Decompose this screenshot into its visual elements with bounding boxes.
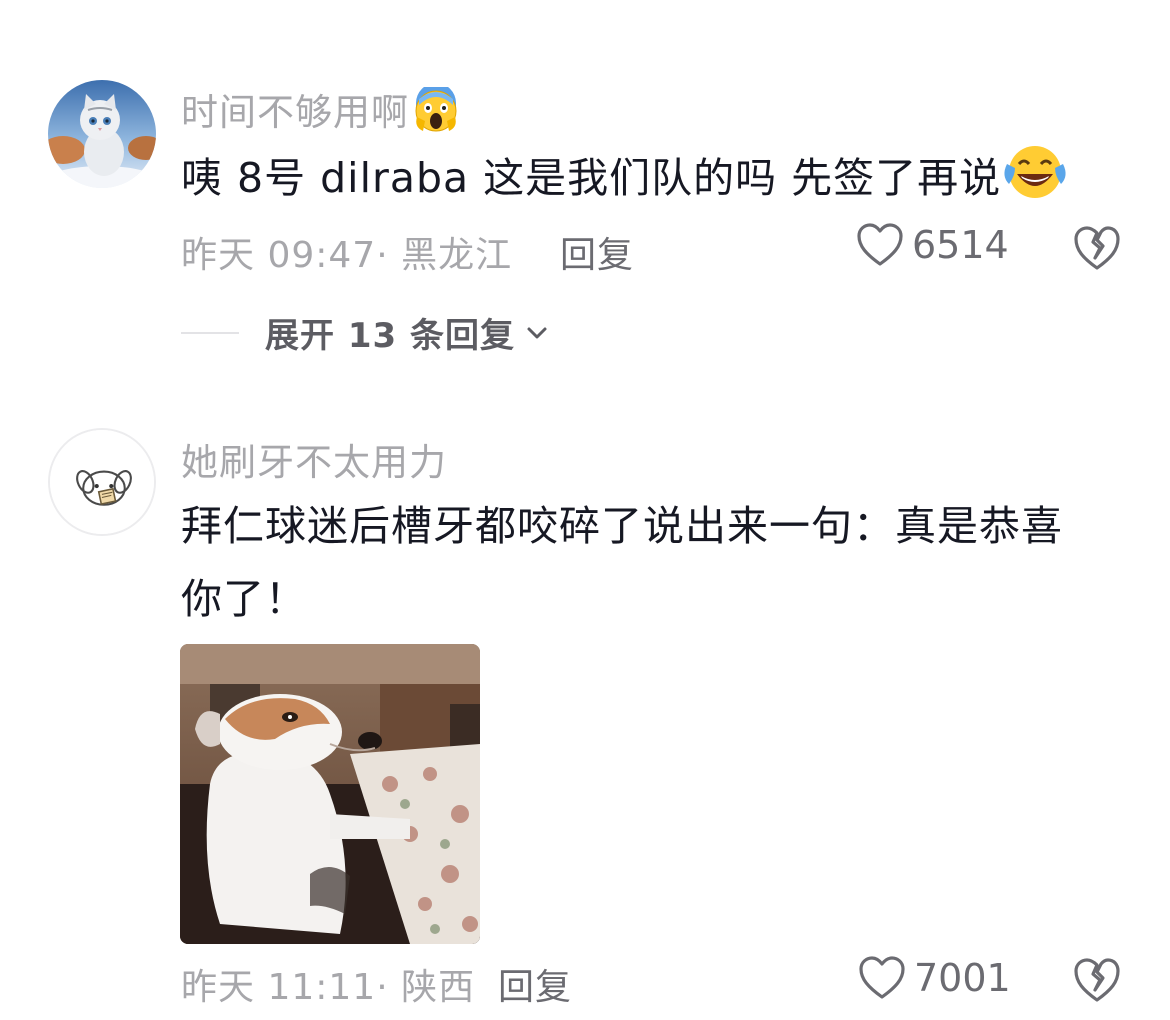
broken-heart-dislike-icon[interactable] <box>1072 224 1122 272</box>
user-avatar[interactable] <box>48 428 156 536</box>
like-button[interactable]: 6514 <box>856 222 1009 268</box>
user-avatar[interactable] <box>48 80 156 188</box>
kitten-avatar-icon <box>48 80 156 188</box>
expand-replies-button[interactable]: 展开 13 条回复 <box>181 308 549 357</box>
like-count: 6514 <box>912 223 1009 267</box>
puppy-sketch-avatar-icon <box>50 430 154 534</box>
reply-button[interactable]: 回复 <box>498 958 572 1010</box>
comment-username[interactable]: 时间不够用啊 <box>181 82 459 136</box>
broken-heart-dislike-icon[interactable] <box>1072 956 1122 1004</box>
username-text: 时间不够用啊 <box>181 91 409 134</box>
comment-meta: 昨天 11:11· 陕西 <box>181 967 476 1008</box>
heart-outline-icon <box>859 956 905 999</box>
comment-text: 拜仁球迷后槽牙都咬碎了说出来一句：真是恭喜 你了！ <box>181 490 1121 636</box>
comment-body-line: 拜仁球迷后槽牙都咬碎了说出来一句：真是恭喜 <box>181 502 1063 550</box>
comment-body: 咦 8号 dilraba 这是我们队的吗 先签了再说 <box>181 154 1002 202</box>
like-count: 7001 <box>914 956 1011 1000</box>
tears-of-joy-emoji-icon <box>1004 146 1066 198</box>
comment-image-attachment[interactable] <box>180 644 480 944</box>
expand-label: 展开 13 条回复 <box>265 316 515 356</box>
comment-username[interactable]: 她刷牙不太用力 <box>181 432 447 486</box>
comment-meta: 昨天 09:47· 黑龙江 <box>181 235 513 276</box>
screaming-face-emoji-icon <box>415 87 457 132</box>
comment-body-line: 你了！ <box>181 575 307 623</box>
like-button[interactable]: 7001 <box>858 955 1011 1001</box>
dog-meme-image <box>180 644 480 944</box>
heart-outline-icon <box>857 223 903 266</box>
divider-line <box>181 331 239 334</box>
comment-text: 咦 8号 dilraba 这是我们队的吗 先签了再说 <box>181 142 1121 215</box>
reply-button[interactable]: 回复 <box>560 226 634 278</box>
chevron-down-icon <box>527 327 547 338</box>
